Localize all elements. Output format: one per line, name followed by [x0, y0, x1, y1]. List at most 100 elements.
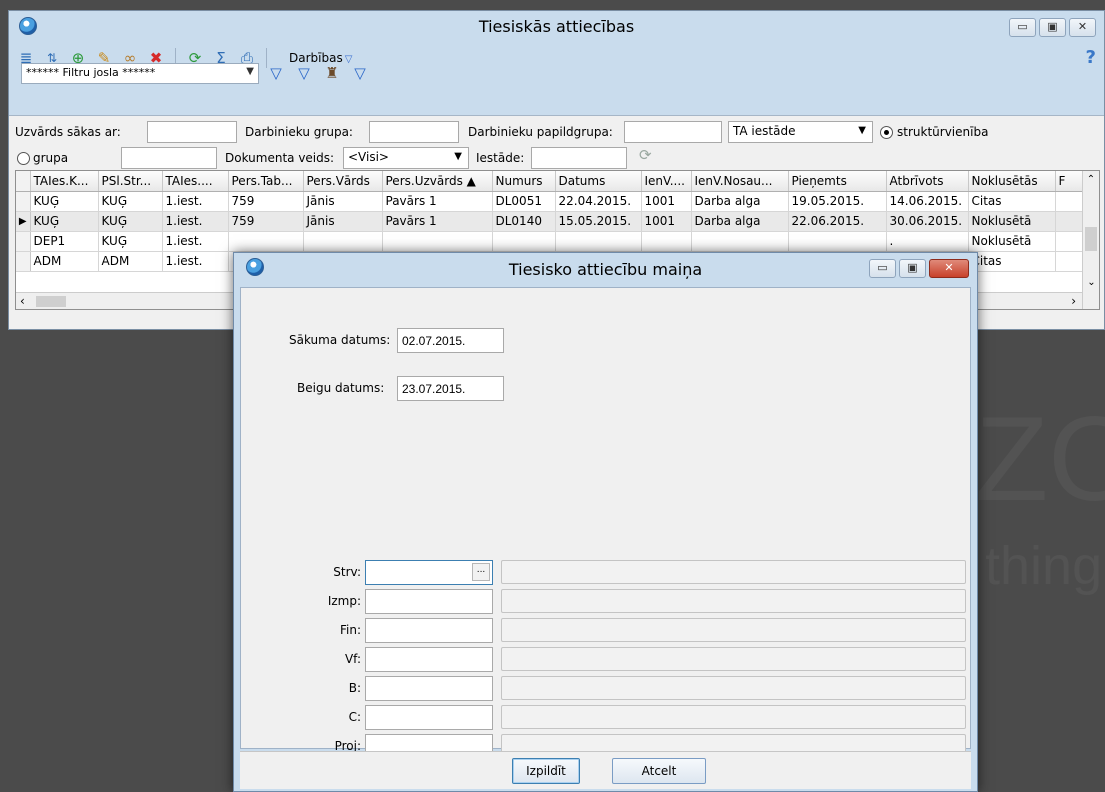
column-header[interactable]: Pers.Vārds — [303, 171, 383, 192]
table-cell: KUĢ — [98, 191, 163, 212]
filter-bar: ****** Filtru josla ****** ▼ ▽ ▽ ♜ ▽ — [21, 61, 371, 85]
dialog-minimize-button[interactable]: ▭ — [869, 259, 896, 278]
table-cell — [382, 231, 493, 252]
field-description — [501, 705, 966, 729]
filter-icon[interactable]: ▽ — [265, 62, 287, 84]
dialog-titlebar[interactable]: Tiesisko attiecību maiņa ▭ ▣ ✕ — [234, 253, 977, 283]
help-icon[interactable]: ? — [1086, 47, 1096, 68]
table-cell: 1001 — [641, 191, 692, 212]
main-titlebar[interactable]: Tiesiskās attiecības ▭ ▣ ✕ — [9, 11, 1104, 41]
column-header[interactable]: PSl.Str... — [98, 171, 163, 192]
column-header[interactable]: TAIes.... — [162, 171, 229, 192]
table-cell: Citas — [968, 191, 1056, 212]
field-code-input[interactable] — [365, 589, 493, 614]
emp-subgroup-input[interactable] — [624, 121, 722, 143]
field-code-input[interactable] — [365, 618, 493, 643]
dialog-body: Sākuma datums: Beigu datums: Strv:... Izm… — [240, 287, 971, 759]
column-header[interactable]: IenV.... — [641, 171, 692, 192]
table-cell — [1055, 231, 1086, 252]
radio-group[interactable] — [17, 152, 30, 165]
scroll-thumb[interactable] — [1085, 227, 1097, 251]
field-code-input[interactable] — [365, 705, 493, 730]
table-cell: 1.iest. — [162, 251, 229, 272]
dialog-close-button[interactable]: ✕ — [929, 259, 969, 278]
dialog-footer: Izpildīt Atcelt — [240, 751, 971, 789]
column-header[interactable]: Pers.Uzvārds ▲ — [382, 171, 493, 192]
row-indicator: ▶ — [16, 211, 31, 232]
table-cell: 30.06.2015. — [886, 211, 969, 232]
table-cell — [1055, 251, 1086, 272]
column-header[interactable]: Pers.Tab... — [228, 171, 304, 192]
column-header[interactable]: Numurs — [492, 171, 556, 192]
end-date-input[interactable] — [397, 376, 504, 401]
field-description — [501, 618, 966, 642]
dialog-window-controls: ▭ ▣ ✕ — [869, 259, 969, 279]
surname-input[interactable] — [147, 121, 237, 143]
user-filter-icon[interactable]: ♜ — [321, 62, 343, 84]
column-header[interactable]: Pieņemts — [788, 171, 887, 192]
table-cell — [555, 231, 642, 252]
scroll-down-icon[interactable]: ⌄ — [1083, 274, 1099, 292]
dialog-maximize-button[interactable]: ▣ — [899, 259, 926, 278]
institution-input[interactable] — [531, 147, 627, 169]
field-label: C: — [348, 710, 361, 724]
table-cell: Darba alga — [691, 191, 789, 212]
close-button[interactable]: ✕ — [1069, 18, 1096, 37]
table-row[interactable]: KUĢ KUĢ 1.iest. 759 Jānis Pavārs 1 DL0051 22.04… — [16, 191, 1086, 212]
doc-type-value: <Visi> — [348, 150, 389, 164]
filter-help-icon[interactable]: ▽ — [349, 62, 371, 84]
group-input[interactable] — [121, 147, 217, 169]
row-indicator — [16, 231, 31, 252]
surname-label: Uzvārds sākas ar: — [15, 125, 121, 139]
table-header-row: TAIes.K... PSl.Str... TAIes.... Pers.Tab...… — [16, 171, 1086, 192]
scroll-right-icon[interactable]: › — [1071, 294, 1076, 308]
ta-select[interactable]: TA iestāde ▼ — [728, 121, 873, 143]
filter-combo-value: ****** Filtru josla ****** — [26, 65, 156, 79]
execute-button[interactable]: Izpildīt — [512, 758, 580, 784]
cancel-button[interactable]: Atcelt — [612, 758, 706, 784]
table-cell — [492, 231, 556, 252]
ellipsis-button[interactable]: ... — [472, 563, 490, 581]
table-cell — [641, 231, 692, 252]
refresh-disabled-icon: ⟳ — [639, 146, 652, 164]
maximize-button[interactable]: ▣ — [1039, 18, 1066, 37]
field-code-input[interactable] — [365, 676, 493, 701]
column-header[interactable]: Datums — [555, 171, 642, 192]
start-date-input[interactable] — [397, 328, 504, 353]
column-header[interactable]: TAIes.K... — [30, 171, 99, 192]
table-cell: DEP1 — [30, 231, 99, 252]
vertical-scrollbar[interactable]: ⌃ ⌄ — [1082, 171, 1099, 309]
table-row[interactable]: ▶ KUĢ KUĢ 1.iest. 759 Jānis Pavārs 1 DL0140 15.0… — [16, 211, 1086, 232]
table-cell: Citas — [968, 251, 1056, 272]
field-description — [501, 560, 966, 584]
table-cell: Jānis — [303, 191, 383, 212]
scroll-left-icon[interactable]: ‹ — [20, 294, 25, 308]
table-cell: 19.05.2015. — [788, 191, 887, 212]
table-row[interactable]: DEP1 KUĢ 1.iest.. Noklusētā — [16, 231, 1086, 252]
table-cell: KUĢ — [30, 211, 99, 232]
scroll-up-icon[interactable]: ⌃ — [1083, 171, 1099, 189]
field-description — [501, 676, 966, 700]
chevron-down-icon: ▼ — [246, 65, 254, 77]
column-header[interactable]: IenV.Nosau... — [691, 171, 789, 192]
row-indicator — [16, 251, 31, 272]
hscroll-thumb[interactable] — [36, 296, 66, 307]
minimize-button[interactable]: ▭ — [1009, 18, 1036, 37]
emp-group-input[interactable] — [369, 121, 459, 143]
doc-type-select[interactable]: <Visi> ▼ — [343, 147, 469, 169]
column-header[interactable]: Noklusētās — [968, 171, 1056, 192]
filter-edit-icon[interactable]: ▽ — [293, 62, 315, 84]
table-cell — [788, 231, 887, 252]
table-cell: Darba alga — [691, 211, 789, 232]
watermark-tagline-text: thing — [985, 536, 1103, 596]
filter-combo[interactable]: ****** Filtru josla ****** ▼ — [21, 62, 259, 84]
field-code-input[interactable]: ... — [365, 560, 493, 585]
radio-struct[interactable] — [880, 126, 893, 139]
table-cell: KUĢ — [30, 191, 99, 212]
field-code-input[interactable] — [365, 647, 493, 672]
field-description — [501, 647, 966, 671]
table-cell: Pavārs 1 — [382, 211, 493, 232]
column-header[interactable]: F — [1055, 171, 1086, 192]
column-header[interactable]: Atbrīvots — [886, 171, 969, 192]
change-dialog: Tiesisko attiecību maiņa ▭ ▣ ✕ Sākuma da… — [233, 252, 978, 792]
